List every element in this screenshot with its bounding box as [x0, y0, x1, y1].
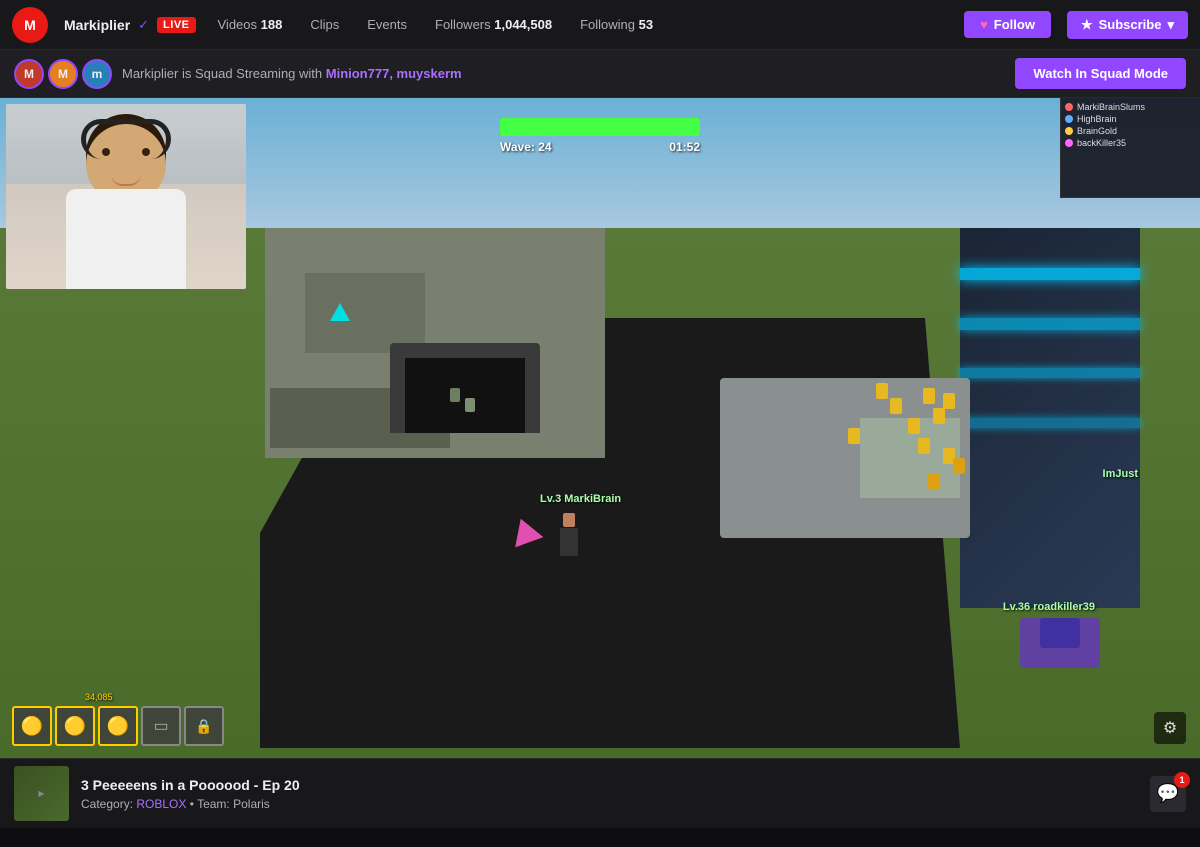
squad-avatar-muy: m	[82, 59, 112, 89]
mini-dot-3	[1065, 127, 1073, 135]
cyber-strip-4	[960, 418, 1140, 428]
stream-thumbnail: ▶	[14, 766, 69, 821]
tunnel-opening	[405, 358, 525, 433]
mini-dot-1	[1065, 103, 1073, 111]
person-body	[66, 189, 186, 289]
roblox-char-9	[953, 458, 965, 474]
following-nav[interactable]: Following 53	[574, 17, 659, 32]
mini-player-1: MarkiBrainSlums	[1065, 102, 1196, 112]
building-sub	[305, 273, 425, 353]
roblox-char-6	[918, 438, 930, 454]
squad-avatar-minion: M	[48, 59, 78, 89]
main-player-head	[563, 513, 575, 527]
category-link[interactable]: ROBLOX	[136, 797, 186, 811]
mini-map: MarkiBrainSlums HighBrain BrainGold back…	[1060, 98, 1200, 198]
channel-info: Markiplier ✓ LIVE	[64, 17, 196, 33]
star-icon: ★	[1081, 17, 1093, 33]
hud-wave: Wave: 24 01:52	[500, 118, 700, 154]
timer-label: 01:52	[669, 140, 700, 154]
mini-player-4: backKiller35	[1065, 138, 1196, 148]
inv-slot-3: 🟡	[98, 706, 138, 746]
enemy-turret	[1040, 618, 1080, 648]
bottom-bar: ▶ 3 Peeeeens in a Poooood - Ep 20 Catego…	[0, 758, 1200, 828]
chat-icon: 💬	[1157, 783, 1179, 804]
clips-nav[interactable]: Clips	[304, 17, 345, 32]
follow-button[interactable]: ♥ Follow	[964, 11, 1051, 38]
cyan-arrow	[330, 303, 350, 321]
live-badge: LIVE	[157, 17, 195, 33]
health-bar-fill	[500, 118, 700, 136]
chevron-down-icon: ▾	[1167, 17, 1174, 33]
roblox-char-1	[943, 393, 955, 409]
player-label-markibrain: Lv.3 MarkiBrain	[540, 493, 621, 505]
cyber-strip-1	[960, 268, 1140, 280]
inventory-count: 34,085	[85, 692, 113, 702]
gear-icon: ⚙	[1163, 718, 1177, 738]
inv-slot-4: ▭	[141, 706, 181, 746]
squad-avatars: M M m	[14, 59, 112, 89]
mini-player-3: BrainGold	[1065, 126, 1196, 136]
zombie-char-2	[465, 398, 475, 412]
roblox-char-8	[876, 383, 888, 399]
inv-slot-2: 🟡	[55, 706, 95, 746]
team-link[interactable]: Polaris	[233, 797, 270, 811]
mini-player-2: HighBrain	[1065, 114, 1196, 124]
top-navigation: M Markiplier ✓ LIVE Videos 188 Clips Eve…	[0, 0, 1200, 50]
smile	[111, 174, 141, 186]
followers-nav[interactable]: Followers 1,044,508	[429, 17, 558, 32]
chat-badge: 1	[1174, 772, 1190, 788]
roblox-char-3	[933, 408, 945, 424]
channel-name: Markiplier	[64, 17, 130, 33]
events-nav[interactable]: Events	[361, 17, 413, 32]
hud-inventory: 🟡 🟡 🟡 ▭ 🔒	[12, 706, 224, 746]
subscribe-button[interactable]: ★ Subscribe ▾	[1067, 11, 1188, 39]
cyber-strip-3	[960, 368, 1140, 378]
mini-dot-4	[1065, 139, 1073, 147]
squad-bar: M M m Markiplier is Squad Streaming with…	[0, 50, 1200, 98]
zombie-char-1	[450, 388, 460, 402]
roblox-char-4	[908, 418, 920, 434]
watch-squad-mode-button[interactable]: Watch In Squad Mode	[1015, 58, 1186, 89]
mini-map-content: MarkiBrainSlums HighBrain BrainGold back…	[1061, 98, 1200, 154]
roblox-char-10	[928, 473, 940, 489]
health-bar	[500, 118, 700, 136]
inv-slot-5: 🔒	[184, 706, 224, 746]
player-label-imjust: ImJust	[1103, 468, 1138, 480]
main-player-char	[560, 528, 578, 556]
wave-label: Wave: 24	[500, 140, 552, 154]
mini-dot-2	[1065, 115, 1073, 123]
inv-slot-1: 🟡	[12, 706, 52, 746]
heart-icon: ♥	[980, 17, 988, 32]
stream-meta: Category: ROBLOX • Team: Polaris	[81, 797, 1138, 811]
squad-avatar-markiplier: M	[14, 59, 44, 89]
wave-info: Wave: 24 01:52	[500, 140, 700, 154]
verified-icon: ✓	[138, 17, 149, 33]
stream-title: 3 Peeeeens in a Poooood - Ep 20	[81, 777, 1138, 793]
video-player[interactable]: Lv.3 MarkiBrain Lv.36 roadkiller39 ImJus…	[0, 98, 1200, 758]
roblox-char-11	[848, 428, 860, 444]
player-label-roadkiller: Lv.36 roadkiller39	[1003, 601, 1095, 613]
squad-text: Markiplier is Squad Streaming with Minio…	[122, 66, 1005, 81]
channel-avatar: M	[12, 7, 48, 43]
person-headset	[81, 119, 171, 159]
stream-info: 3 Peeeeens in a Poooood - Ep 20 Category…	[81, 777, 1138, 811]
videos-nav[interactable]: Videos 188	[212, 17, 289, 32]
webcam-overlay	[6, 104, 246, 289]
cyber-strip-2	[960, 318, 1140, 330]
chat-button[interactable]: 💬 1	[1150, 776, 1186, 812]
roblox-char-2	[923, 388, 935, 404]
settings-button[interactable]: ⚙	[1154, 712, 1186, 744]
roblox-char-5	[890, 398, 902, 414]
